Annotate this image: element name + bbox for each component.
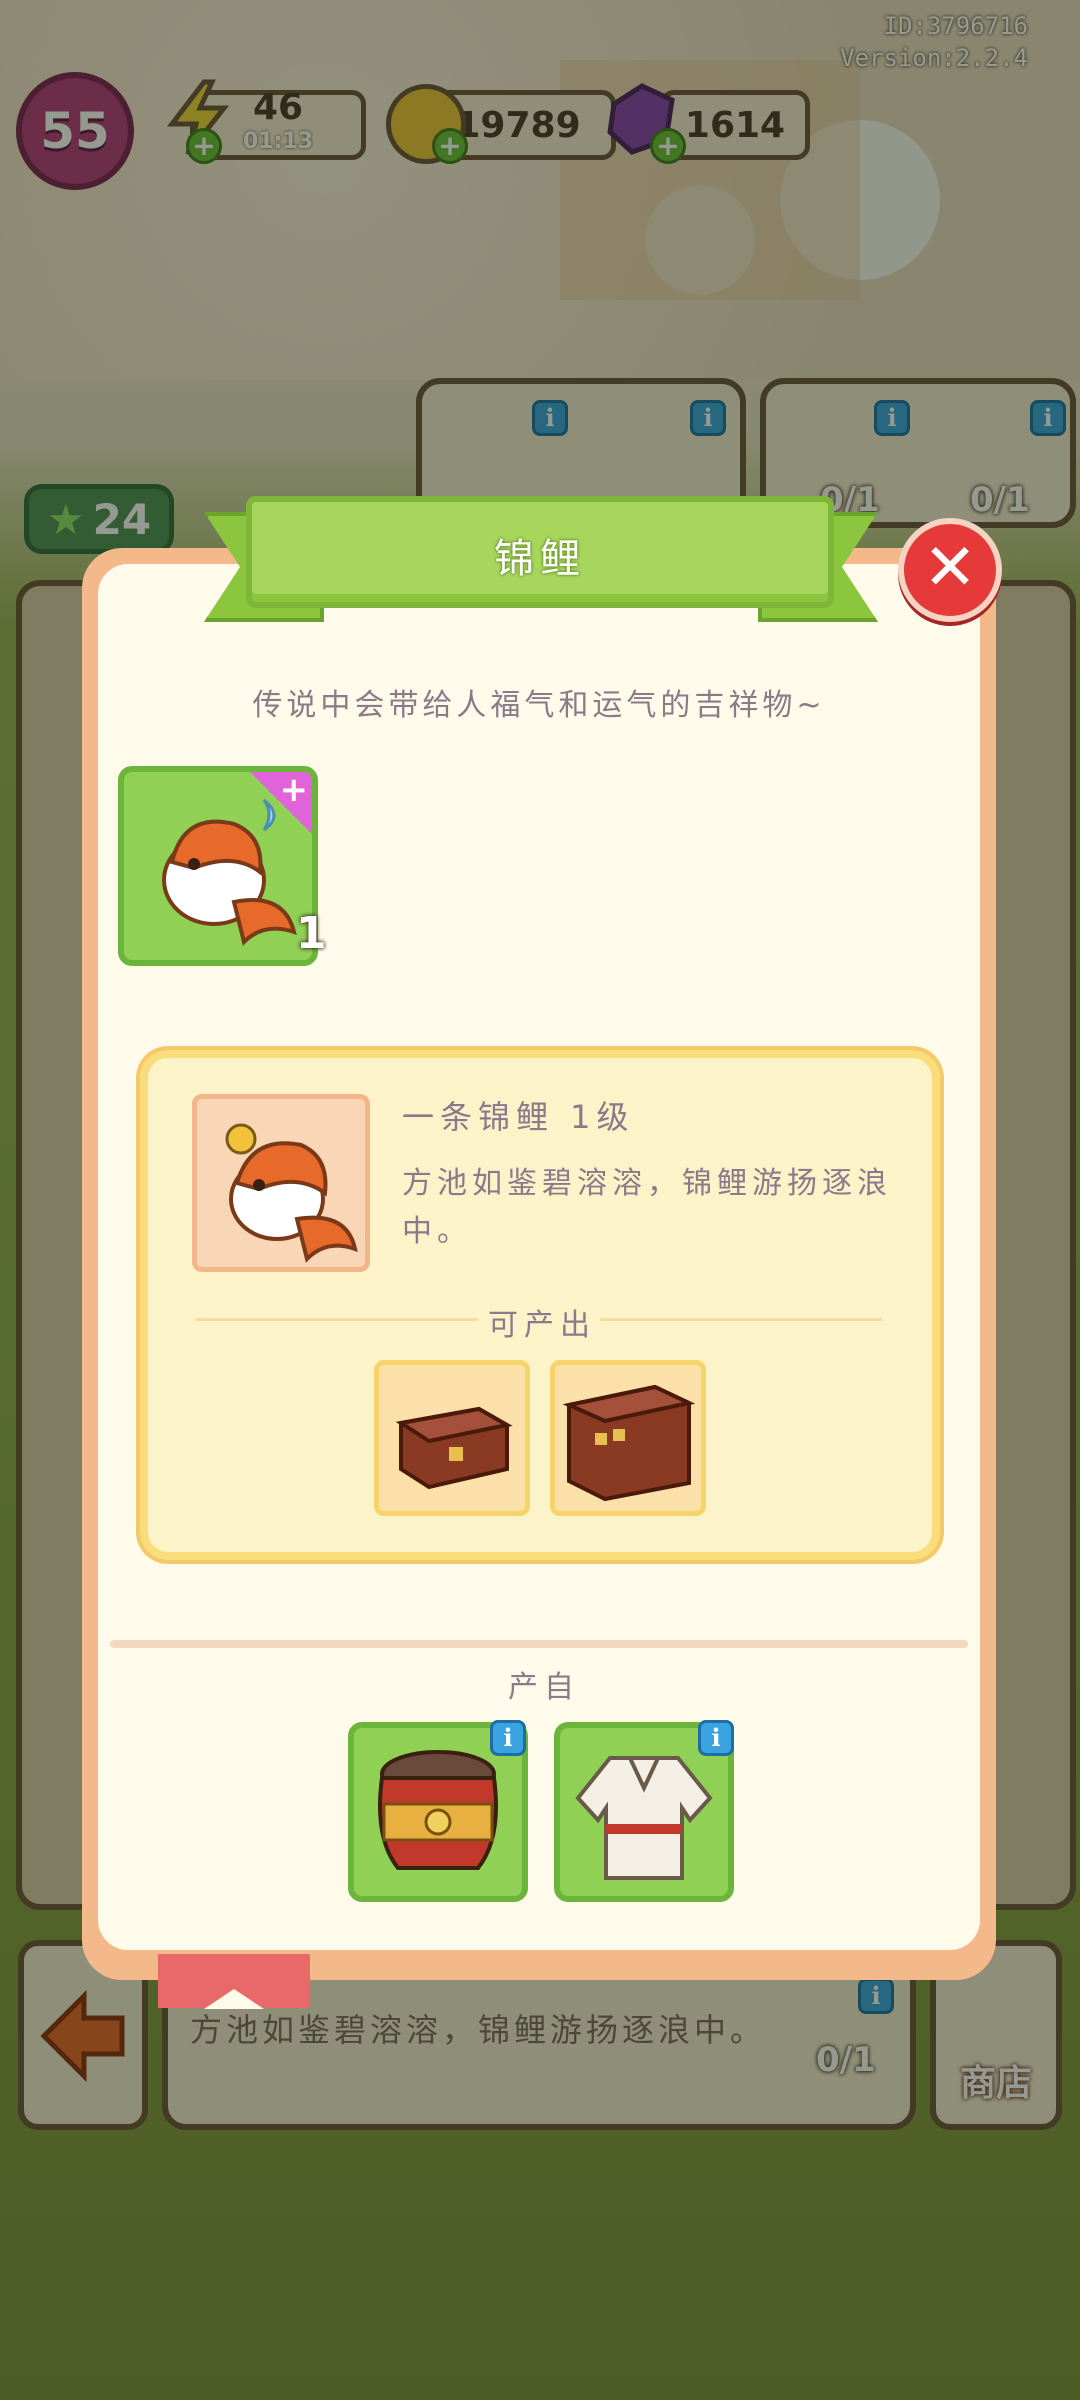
- plus-icon: +: [279, 770, 309, 810]
- robe-info-button[interactable]: i: [698, 1720, 734, 1756]
- produced-item-large-chest[interactable]: [550, 1360, 706, 1516]
- title-ribbon: 锦鲤: [246, 496, 834, 608]
- item-owned-count: 1: [296, 908, 327, 959]
- jar-info-button[interactable]: i: [490, 1720, 526, 1756]
- bookmark-ribbon: [158, 1954, 310, 2009]
- small-chest-icon: [395, 1406, 513, 1490]
- detail-item-name: 一条锦鲤 1级: [402, 1098, 635, 1136]
- section-divider: [110, 1640, 968, 1648]
- close-button[interactable]: ✕: [898, 518, 1002, 622]
- divider-left: [196, 1318, 478, 1321]
- detail-item-description: 方池如鉴碧溶溶，锦鲤游扬逐浪中。: [402, 1166, 892, 1249]
- produces-label: 可产出: [488, 1308, 596, 1343]
- detail-thumbnail: [192, 1094, 370, 1272]
- source-label: 产自: [508, 1670, 580, 1705]
- koi-fish-icon: [225, 1123, 358, 1263]
- dialog-title: 锦鲤: [494, 536, 586, 582]
- divider-right: [600, 1318, 882, 1321]
- koi-item-tile[interactable]: +: [118, 766, 318, 966]
- produced-item-small-chest[interactable]: [374, 1360, 530, 1516]
- item-description: 传说中会带给人福气和运气的吉祥物~: [252, 688, 826, 723]
- large-chest-icon: [562, 1384, 696, 1502]
